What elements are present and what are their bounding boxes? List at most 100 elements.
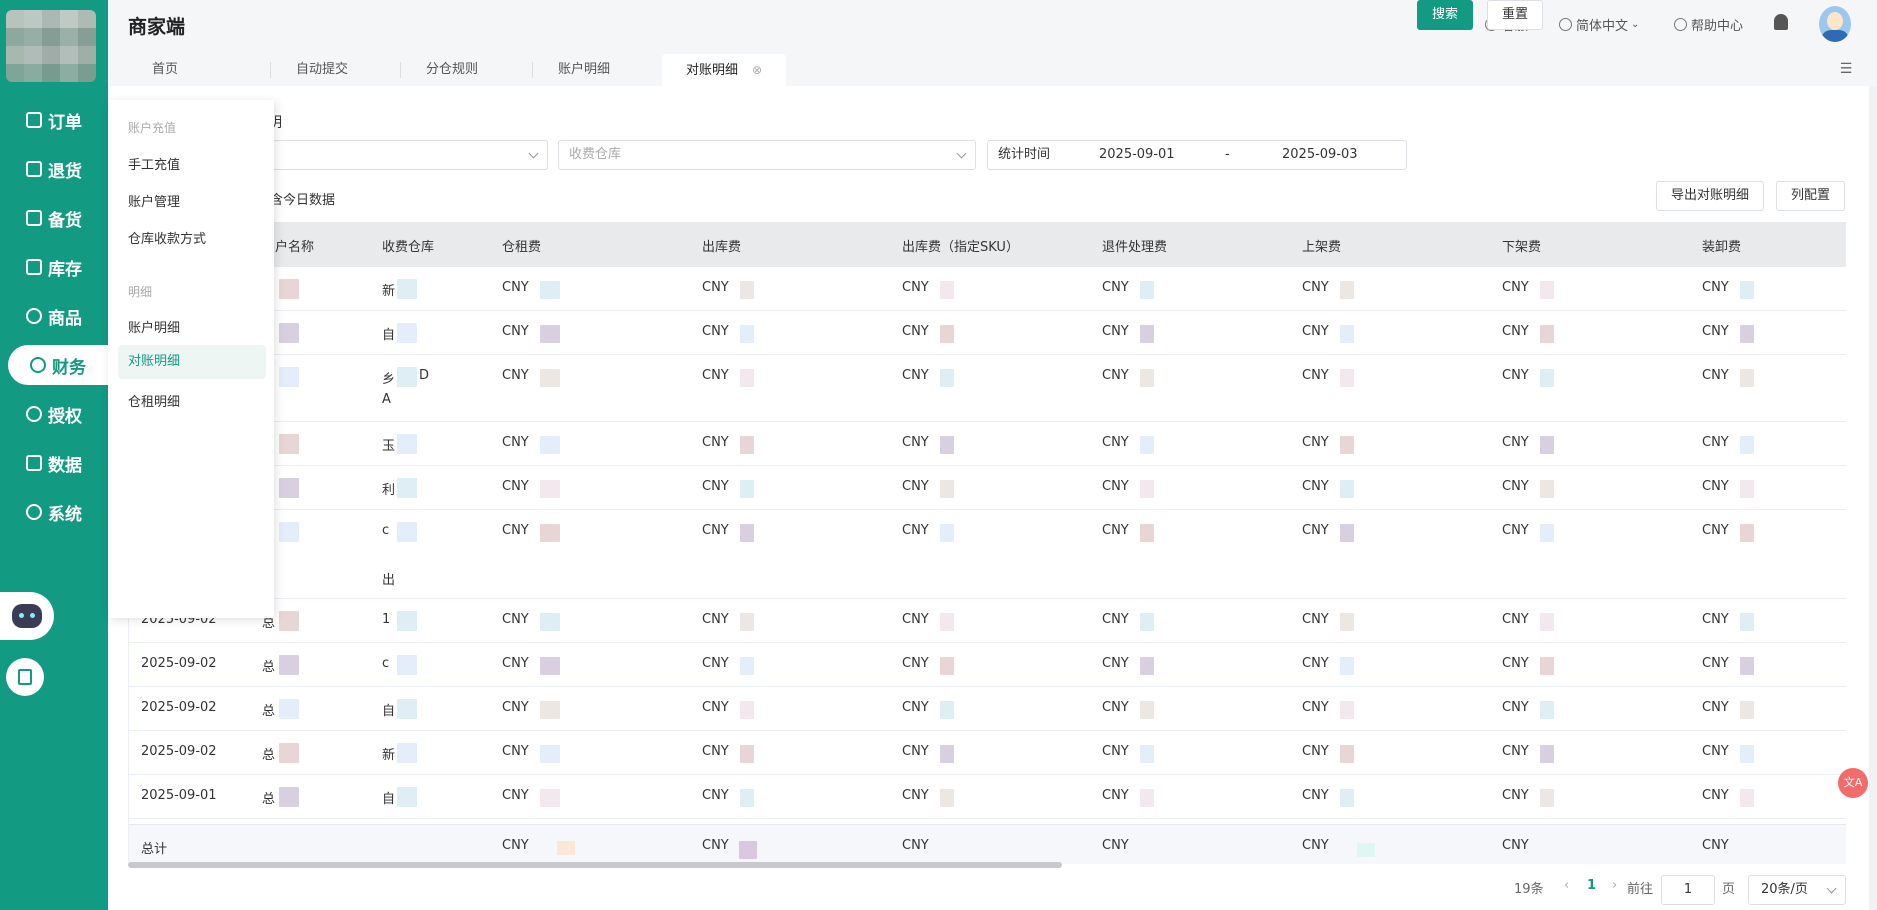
cell-warehouse: 自	[382, 704, 396, 719]
redacted-value	[397, 655, 417, 675]
nav-data[interactable]: 数据	[0, 443, 108, 483]
total-cny: CNY	[902, 838, 929, 853]
redacted-value	[1140, 524, 1154, 542]
redacted-value	[740, 480, 754, 498]
cell-cny: CNY	[1102, 656, 1129, 671]
redacted-value	[740, 701, 754, 719]
redacted-value	[1140, 789, 1154, 807]
redacted-value	[279, 367, 299, 387]
help-center-link[interactable]: 帮助中心	[1674, 15, 1743, 34]
current-page[interactable]: 1	[1587, 878, 1596, 893]
tab-home[interactable]: 首页	[128, 54, 202, 86]
cell-cny: CNY	[502, 788, 529, 803]
chevron-down-icon	[528, 148, 539, 159]
tab-account-detail[interactable]: 账户明细	[534, 54, 634, 86]
include-today-checkbox[interactable]: 含今日数据	[270, 189, 335, 208]
total-cny: CNY	[1102, 838, 1129, 853]
submenu-account-manage[interactable]: 账户管理	[128, 191, 180, 210]
table-row: 自 CNY CNY CNY CNY CNY CNY CNY	[129, 311, 1846, 355]
redacted-value	[540, 701, 560, 719]
redacted-value	[279, 434, 299, 454]
reconciliation-table: 户名称 收费仓库 仓租费 出库费 出库费（指定SKU） 退件处理费 上架费 下架…	[128, 222, 1846, 864]
translate-button[interactable]: 文A	[1838, 768, 1868, 798]
redacted-value	[740, 369, 754, 387]
cell-warehouse: 乡	[382, 372, 396, 387]
bell-icon[interactable]	[1774, 14, 1788, 30]
col-account-name: 户名称	[275, 240, 315, 255]
warehouse-select[interactable]: 收费仓库	[558, 140, 976, 170]
next-page-icon[interactable]: ›	[1612, 878, 1617, 893]
redacted-value	[1540, 325, 1554, 343]
column-config-button[interactable]: 列配置	[1776, 181, 1846, 211]
date-end-input[interactable]: 2025-09-03	[1282, 141, 1358, 169]
cell-cny: CNY	[1702, 435, 1729, 450]
menu-icon[interactable]: ☰	[1835, 58, 1857, 80]
cell-cny: CNY	[1702, 744, 1729, 759]
cell-cny: CNY	[1502, 523, 1529, 538]
cell-account: 总	[262, 792, 276, 807]
nav-inventory[interactable]: 库存	[0, 247, 108, 287]
tab-divider	[270, 62, 271, 78]
redacted-value	[1340, 701, 1354, 719]
cell-cny: CNY	[902, 744, 929, 759]
language-selector[interactable]: 简体中文 ⌄	[1559, 15, 1639, 34]
table-row: 新 CNY CNY CNY CNY CNY CNY CNY	[129, 267, 1846, 311]
nav-order[interactable]: 订单	[0, 100, 108, 140]
cell-cny: CNY	[1302, 435, 1329, 450]
stat-date-range[interactable]: 统计时间 2025-09-01 - 2025-09-03	[987, 140, 1407, 170]
avatar[interactable]	[1819, 6, 1851, 42]
redacted-value	[740, 524, 754, 542]
submenu-manual-recharge[interactable]: 手工充值	[128, 154, 180, 173]
chevron-down-icon: ⌄	[1631, 19, 1640, 30]
redacted-value	[940, 325, 954, 343]
export-button[interactable]: 导出对账明细	[1656, 181, 1765, 211]
redacted-value	[1340, 745, 1354, 763]
nav-system[interactable]: 系统	[0, 492, 108, 532]
submenu-reconciliation-detail[interactable]: 对账明细	[118, 345, 266, 379]
redacted-value	[1540, 701, 1554, 719]
nav-return[interactable]: 退货	[0, 149, 108, 189]
close-icon[interactable]: ⊗	[752, 54, 762, 86]
notes-button[interactable]	[6, 658, 44, 696]
redacted-value	[1140, 436, 1154, 454]
date-start-input[interactable]: 2025-09-01	[1099, 141, 1175, 169]
cell-warehouse: 自	[382, 792, 396, 807]
nav-product[interactable]: 商品	[0, 296, 108, 336]
nav-authorize[interactable]: 授权	[0, 394, 108, 434]
search-button[interactable]: 搜索	[1417, 0, 1474, 30]
submenu-storage-detail[interactable]: 仓租明细	[128, 391, 180, 410]
order-icon	[26, 112, 42, 128]
tab-auto-submit[interactable]: 自动提交	[272, 54, 372, 86]
submenu-warehouse-payment[interactable]: 仓库收款方式	[128, 228, 206, 247]
tab-split-rules[interactable]: 分仓规则	[402, 54, 502, 86]
table-row: 2025-09-02 总 1 CNY CNY CNY CNY CNY CNY CNY	[129, 599, 1846, 643]
redacted-value	[940, 613, 954, 631]
col-outbound-fee: 出库费	[702, 240, 742, 255]
redacted-value	[1340, 281, 1354, 299]
table-header: 户名称 收费仓库 仓租费 出库费 出库费（指定SKU） 退件处理费 上架费 下架…	[129, 222, 1846, 267]
account-select[interactable]	[270, 140, 548, 170]
submenu-group-recharge: 账户充值	[128, 121, 177, 135]
page-size-select[interactable]: 20条/页	[1748, 875, 1846, 905]
date-separator: -	[1225, 147, 1230, 162]
cell-cny: CNY	[702, 368, 729, 383]
nav-finance[interactable]: 财务	[8, 345, 108, 385]
horizontal-scrollbar[interactable]	[128, 862, 1062, 868]
cell-cny: CNY	[1702, 479, 1729, 494]
cell-cny: CNY	[1302, 744, 1329, 759]
redacted-value	[1340, 436, 1354, 454]
submenu-account-detail[interactable]: 账户明细	[128, 317, 180, 336]
cell-cny: CNY	[902, 612, 929, 627]
redacted-value	[540, 281, 560, 299]
goto-page-input[interactable]: 1	[1661, 875, 1715, 905]
tab-reconciliation-detail[interactable]: 对账明细 ⊗	[662, 54, 787, 86]
cell-cny: CNY	[1702, 656, 1729, 671]
reset-button[interactable]: 重置	[1487, 0, 1544, 30]
nav-stock-up[interactable]: 备货	[0, 198, 108, 238]
prev-page-icon[interactable]: ‹	[1564, 878, 1569, 893]
redacted-value	[940, 480, 954, 498]
ai-assistant-button[interactable]	[0, 592, 54, 640]
vertical-scrollbar[interactable]	[1869, 86, 1877, 910]
redacted-value	[1740, 436, 1754, 454]
redacted-value	[1540, 369, 1554, 387]
